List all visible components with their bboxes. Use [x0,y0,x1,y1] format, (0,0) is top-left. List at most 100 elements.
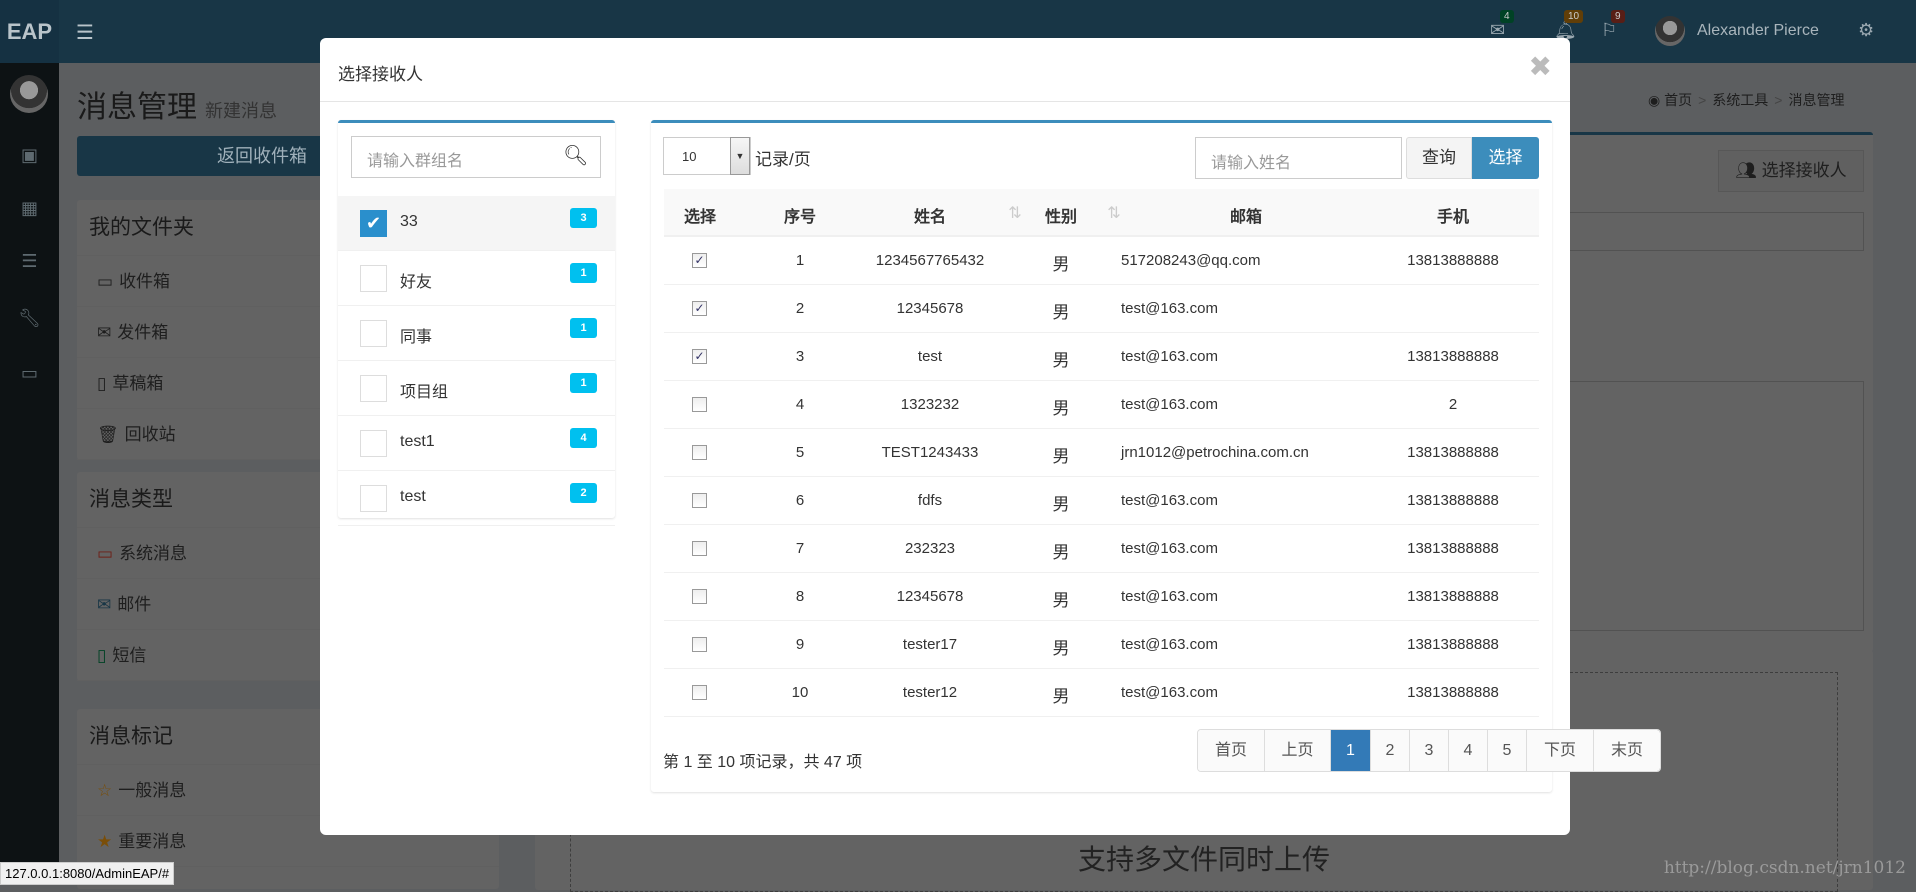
mark-label: 一般消息 [118,781,187,800]
page-button[interactable]: 3 [1409,730,1448,771]
search-icon[interactable]: 🔍︎ [563,143,588,168]
watermark: http://blog.csdn.net/jrn1012 [1663,858,1906,878]
chevron-down-icon[interactable]: ▼ [730,137,750,175]
table-icon[interactable]: ▦ [0,198,59,219]
row-checkbox[interactable] [692,685,707,700]
row-number: 3 [795,348,805,365]
calendar-icon[interactable]: ▣ [0,145,59,166]
group-item[interactable]: 同事 1 [338,306,615,361]
page-subtitle: 新建消息 [205,101,277,121]
desktop-icon[interactable]: ▭ [0,363,59,384]
row-name: TEST1243433 [881,444,979,461]
table-row[interactable]: 7 232323 男 test@163.com 13813888888 [664,525,1539,573]
row-name: 232323 [904,540,956,557]
group-item[interactable]: test1 4 [338,416,615,471]
user-avatar[interactable] [1655,16,1685,46]
page-button[interactable]: 1 [1330,730,1370,771]
group-checkbox[interactable] [360,265,387,292]
select-recipient-label: 选择接收人 [1761,161,1847,180]
row-checkbox[interactable] [692,445,707,460]
group-checkbox[interactable] [360,430,387,457]
type-label: 邮件 [117,595,152,614]
select-button[interactable]: 选择 [1472,137,1539,179]
table-row[interactable]: 4 1323232 男 test@163.com 2 [664,381,1539,429]
row-number: 7 [795,540,805,557]
page-button[interactable]: 末页 [1593,730,1660,771]
group-item[interactable]: 好友 1 [338,251,615,306]
row-email: test@163.com [1121,540,1218,557]
sidebar-avatar [10,75,48,113]
close-icon[interactable]: ✖ [1529,50,1552,83]
page-title: 消息管理 新建消息 [77,82,277,126]
flag-icon[interactable]: ⚐ 9 [1601,10,1625,41]
table-row[interactable]: 9 tester17 男 test@163.com 13813888888 [664,621,1539,669]
sort-icon[interactable]: ⇅ [1107,203,1120,223]
row-name: test [917,348,943,365]
row-checkbox[interactable]: ✓ [692,301,707,316]
row-email: test@163.com [1121,492,1218,509]
wrench-icon[interactable]: 🔧︎ [0,308,59,329]
group-checkbox[interactable]: ✔ [360,210,387,237]
users-icon: 👥︎ [1735,161,1762,180]
group-checkbox[interactable] [360,375,387,402]
server-icon[interactable]: ☰ [0,251,59,272]
table-row[interactable]: ✓ 3 test 男 test@163.com 13813888888 [664,333,1539,381]
page-button[interactable]: 4 [1448,730,1487,771]
row-checkbox[interactable] [692,637,707,652]
row-number: 8 [795,588,805,605]
page-button[interactable]: 首页 [1198,730,1264,771]
group-checkbox[interactable] [360,485,387,512]
hamburger-icon[interactable]: ☰ [76,20,94,45]
page-button[interactable]: 上页 [1264,730,1330,771]
breadcrumb-tools[interactable]: 系统工具 [1712,92,1768,108]
name-search-input[interactable]: 请输入姓名 [1195,137,1402,179]
envelope-icon: ✉ [97,595,112,614]
table-row[interactable]: ✓ 1 1234567765432 男 517208243@qq.com 138… [664,237,1539,285]
page-button[interactable]: 下页 [1526,730,1593,771]
page-size-select[interactable]: 10 ▼ [663,137,751,175]
row-checkbox[interactable] [692,397,707,412]
group-name: test [400,488,426,505]
inbox-icon: ▭ [97,272,114,291]
col-name[interactable]: 姓名 [914,203,946,227]
sort-icon[interactable]: ⇅ [1008,203,1021,223]
row-checkbox[interactable] [692,589,707,604]
row-checkbox[interactable]: ✓ [692,253,707,268]
row-number: 9 [795,636,805,653]
row-phone: 13813888888 [1407,636,1499,653]
breadcrumb-home[interactable]: 首页 [1664,92,1692,108]
logo[interactable]: EAP [0,0,59,63]
row-checkbox[interactable] [692,493,707,508]
table-row[interactable]: 5 TEST1243433 男 jrn1012@petrochina.com.c… [664,429,1539,477]
desktop-icon: ▭ [97,544,114,563]
query-button[interactable]: 查询 [1406,137,1472,179]
row-email: test@163.com [1121,396,1218,413]
gears-icon[interactable]: ⚙ [1858,20,1874,41]
table-row[interactable]: ✓ 2 12345678 男 test@163.com [664,285,1539,333]
row-checkbox[interactable]: ✓ [692,349,707,364]
row-number: 2 [795,300,805,317]
col-gender[interactable]: 性别 [1045,203,1077,227]
group-item[interactable]: 项目组 1 [338,361,615,416]
row-phone: 13813888888 [1407,684,1499,701]
group-count-badge: 1 [570,373,597,393]
row-checkbox[interactable] [692,541,707,556]
mark-label: 重要消息 [118,832,187,851]
user-name[interactable]: Alexander Pierce [1697,22,1819,40]
page-button[interactable]: 5 [1487,730,1526,771]
row-phone: 13813888888 [1407,348,1499,365]
table-row[interactable]: 6 fdfs 男 test@163.com 13813888888 [664,477,1539,525]
page-button[interactable]: 2 [1370,730,1409,771]
select-recipient-button[interactable]: 👥︎ 选择接收人 [1718,150,1864,192]
table-row[interactable]: 8 12345678 男 test@163.com 13813888888 [664,573,1539,621]
group-item[interactable]: test 2 [338,471,615,526]
row-number: 1 [795,252,805,269]
select-recipient-modal: 选择接收人 ✖ 请输入群组名 🔍︎ ✔ 33 3 好友 1 同事 1 项目组 1… [320,38,1661,835]
folder-label: 收件箱 [119,272,171,291]
row-gender: 男 [1052,591,1070,610]
row-number: 6 [795,492,805,509]
group-checkbox[interactable] [360,320,387,347]
table-row[interactable]: 10 tester12 男 test@163.com 13813888888 [664,669,1539,717]
group-item[interactable]: ✔ 33 3 [338,196,615,251]
type-label: 系统消息 [119,544,188,563]
